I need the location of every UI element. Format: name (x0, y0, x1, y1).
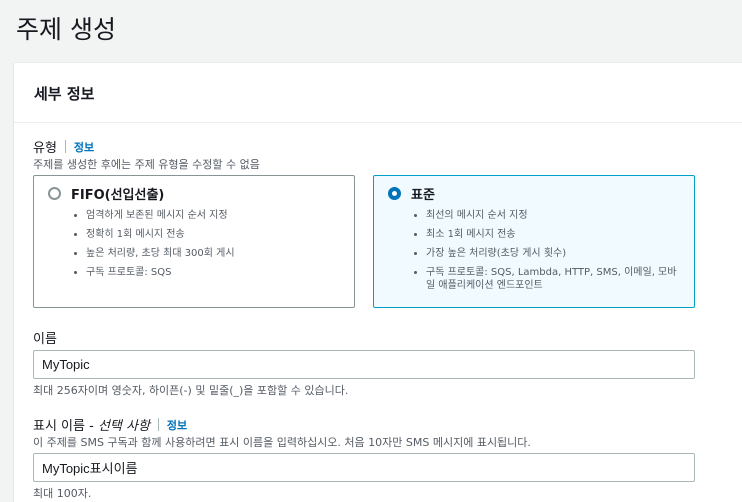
fifo-feature-list: 엄격하게 보존된 메시지 순서 지정 정확히 1회 메시지 전송 높은 처리량,… (74, 209, 344, 285)
standard-feature-list: 최선의 메시지 순서 지정 최소 1회 메시지 전송 가장 높은 처리량(초당 … (414, 209, 684, 298)
name-label: 이름 (33, 332, 57, 347)
type-option-fifo[interactable]: FIFO(선입선출) 엄격하게 보존된 메시지 순서 지정 정확히 1회 메시지… (33, 175, 355, 308)
list-item: 정확히 1회 메시지 전송 (74, 228, 344, 241)
tile-head: 표준 (388, 184, 435, 203)
type-description: 주제를 생성한 후에는 주제 유형을 수정할 수 없음 (33, 158, 260, 171)
fifo-title: FIFO(선입선출) (71, 188, 165, 203)
display-name-info-link[interactable]: 정보 (167, 417, 187, 433)
type-option-standard[interactable]: 표준 최선의 메시지 순서 지정 최소 1회 메시지 전송 가장 높은 처리량(… (373, 175, 695, 308)
tile-head: FIFO(선입선출) (48, 184, 164, 203)
list-item: 구독 프로토콜: SQS (74, 266, 344, 279)
display-name-constraint: 최대 100자. (33, 487, 92, 500)
type-label-row: 유형 정보 (33, 137, 94, 156)
fifo-radio[interactable] (48, 187, 61, 200)
panel-header: 세부 정보 (14, 63, 742, 123)
display-name-input[interactable] (33, 453, 695, 482)
panel-title: 세부 정보 (34, 85, 95, 103)
list-item: 높은 처리량, 초당 최대 300회 게시 (74, 247, 344, 260)
type-info-link[interactable]: 정보 (74, 139, 94, 155)
standard-title: 표준 (411, 188, 435, 203)
display-name-label-text: 표시 이름 - (33, 419, 98, 434)
name-input[interactable] (33, 350, 695, 379)
standard-radio[interactable] (388, 187, 401, 200)
name-label-row: 이름 (33, 328, 57, 347)
list-item: 최소 1회 메시지 전송 (414, 228, 684, 241)
list-item: 엄격하게 보존된 메시지 순서 지정 (74, 209, 344, 222)
info-separator (157, 418, 159, 431)
page-title: 주제 생성 (16, 15, 116, 44)
display-name-label-row: 표시 이름 - 선택 사항 정보 (33, 415, 187, 434)
display-name-description: 이 주제를 SMS 구독과 함께 사용하려면 표시 이름을 입력하십시오. 처음… (33, 436, 531, 449)
type-label: 유형 (33, 141, 57, 156)
display-name-label: 표시 이름 - 선택 사항 (33, 415, 150, 434)
name-constraint: 최대 256자이며 영숫자, 하이픈(-) 및 밑줄(_)을 포함할 수 있습니… (33, 384, 349, 397)
list-item: 가장 높은 처리량(초당 게시 횟수) (414, 247, 684, 260)
list-item: 최선의 메시지 순서 지정 (414, 209, 684, 222)
optional-label: 선택 사항 (97, 419, 150, 434)
info-separator (64, 140, 66, 153)
list-item: 구독 프로토콜: SQS, Lambda, HTTP, SMS, 이메일, 모바… (414, 266, 684, 292)
